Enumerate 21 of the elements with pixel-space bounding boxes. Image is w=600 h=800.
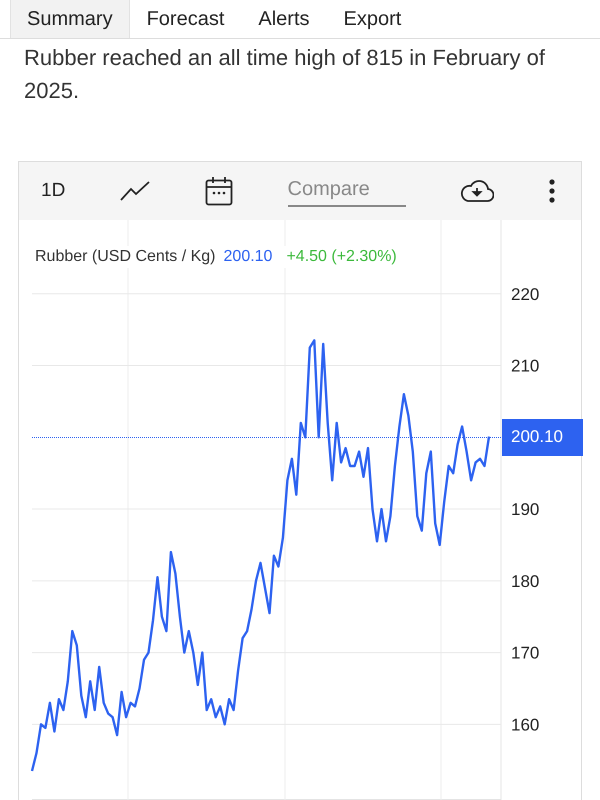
legend-name: Rubber (USD Cents / Kg) (35, 248, 216, 266)
axis-label: 190 (511, 500, 540, 520)
interval-button[interactable]: 1D (41, 180, 66, 202)
more-icon[interactable] (548, 179, 555, 203)
cloud-download-icon[interactable] (460, 179, 494, 203)
axis-label: 180 (511, 572, 540, 591)
line-chart-icon[interactable] (120, 180, 150, 202)
tab[interactable]: Forecast (130, 0, 242, 38)
summary-text: Rubber reached an all time high of 815 in February of 2025. (23, 44, 546, 105)
price-tag: 200.10 (502, 418, 583, 456)
compare-field[interactable]: Compare (288, 176, 406, 206)
legend-change: +4.50 (+2.30%) (286, 248, 397, 266)
axis-label: 160 (511, 715, 540, 734)
tab[interactable]: Alerts (241, 0, 327, 38)
legend-price: 200.10 (224, 248, 272, 266)
axis-label: 170 (511, 644, 540, 663)
tab[interactable]: Export (326, 0, 418, 38)
tab[interactable]: Summary (10, 0, 130, 38)
axis-label: 220 (511, 284, 540, 304)
calendar-icon[interactable] (204, 176, 233, 206)
axis-label: 210 (511, 356, 540, 376)
